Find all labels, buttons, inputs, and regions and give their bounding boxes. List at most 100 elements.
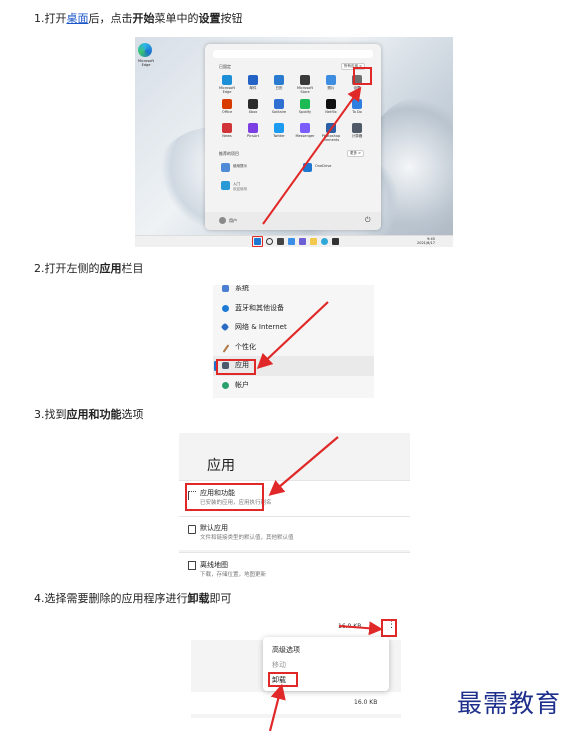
file-explorer-icon[interactable]: [310, 238, 317, 245]
pinned-app[interactable]: Microsoft Store: [293, 75, 317, 99]
app-name: Messenger: [295, 134, 315, 138]
app-name: To Do: [352, 110, 362, 114]
step-3-text: 3.找到应用和功能选项: [34, 408, 144, 421]
app-name: 设置: [353, 86, 361, 90]
app-icon: [274, 75, 284, 85]
pinned-app[interactable]: Spotify: [293, 99, 317, 123]
desktop-icon-label: Microsoft Edge: [138, 59, 154, 67]
recommended-item[interactable]: OneDrive: [315, 164, 331, 168]
app-name: 照片: [327, 86, 335, 90]
app-icon: [248, 99, 258, 109]
nav-item-system[interactable]: 系统: [213, 285, 374, 299]
nav-item-personalization[interactable]: 个性化: [213, 338, 374, 358]
account-icon: [222, 382, 229, 389]
user-icon[interactable]: [219, 217, 226, 224]
app-row-partial[interactable]: [191, 718, 401, 731]
app-icon: [274, 99, 284, 109]
app-name: Microsoft Store: [297, 86, 313, 94]
network-icon: [220, 322, 230, 332]
app-name: 计算器: [351, 134, 363, 138]
step-1-text: 1.打开桌面后，点击开始菜单中的设置按钮: [34, 12, 243, 25]
apps-features-highlight-box: [185, 483, 264, 511]
start-icon[interactable]: [254, 238, 261, 245]
search-icon[interactable]: [266, 238, 273, 245]
settings-nav-screenshot: 系统 蓝牙和其他设备 网络 & Internet 个性化 应用 帐户: [213, 285, 374, 398]
app-row-bottom[interactable]: 16.0 KB: [191, 692, 401, 714]
get-started-icon: [221, 181, 230, 190]
chat-icon[interactable]: [299, 238, 306, 245]
tips-icon: [221, 163, 230, 172]
pinned-app[interactable]: Office: [215, 99, 239, 123]
app-name: 日历: [275, 86, 283, 90]
default-apps-row[interactable]: 默认应用 文件和链接类型的默认值，其他默认值: [179, 516, 410, 550]
app-name: Solitaire: [271, 110, 287, 114]
app-name: Twitter: [273, 134, 285, 138]
apps-highlight-box: [216, 359, 256, 375]
app-name: News: [222, 134, 232, 138]
start-menu-screenshot: Microsoft Edge 已固定 所有应用 > Microsoft Edge…: [135, 37, 453, 247]
app-icon: [352, 99, 362, 109]
pinned-app[interactable]: Twitter: [267, 123, 291, 147]
app-icon: [300, 123, 310, 133]
move-item: 移动: [272, 661, 286, 669]
pinned-app[interactable]: 计算器: [345, 123, 369, 147]
map-icon: [188, 561, 196, 570]
app-icon: [222, 75, 232, 85]
edge-desktop-icon[interactable]: [138, 43, 152, 57]
more-button[interactable]: 更多 >: [347, 150, 365, 157]
pinned-app[interactable]: Xbox: [241, 99, 265, 123]
pinned-app[interactable]: Photoshop Elements: [319, 123, 343, 147]
start-search-box[interactable]: [213, 50, 373, 58]
advanced-options-item[interactable]: 高级选项: [272, 645, 300, 655]
pinned-app[interactable]: News: [215, 123, 239, 147]
brush-icon: [222, 344, 230, 353]
clock: 9:45 2021/6/17: [417, 237, 435, 245]
nav-item-network[interactable]: 网络 & Internet: [213, 318, 374, 338]
recommended-item[interactable]: 欢迎使用: [233, 187, 247, 192]
uninstall-highlight-box: [268, 672, 298, 687]
offline-maps-row[interactable]: 离线地图 下载，存储位置，地图更新: [179, 552, 410, 578]
recommended-item[interactable]: 使用提示: [233, 164, 247, 169]
more-options-highlight-box: [381, 619, 397, 637]
app-icon: [300, 75, 310, 85]
app-icon: [248, 75, 258, 85]
apps-heading: 应用: [207, 458, 235, 474]
app-icon: [352, 123, 362, 133]
store-icon[interactable]: [332, 238, 339, 245]
app-icon: [326, 75, 336, 85]
widgets-icon[interactable]: [288, 238, 295, 245]
desktop-link[interactable]: 桌面: [67, 12, 89, 25]
app-name: Office: [221, 110, 233, 114]
pinned-app[interactable]: 照片: [319, 75, 343, 99]
task-view-icon[interactable]: [277, 238, 284, 245]
step-4-text: 4.选择需要删除的应用程序进行卸载即可: [34, 592, 232, 605]
app-name: Spotify: [298, 110, 312, 114]
app-size: 16.0 KB: [338, 623, 362, 630]
app-icon: [326, 99, 336, 109]
app-name: Photoshop Elements: [321, 134, 341, 142]
edge-icon[interactable]: [321, 238, 328, 245]
pinned-app[interactable]: PicsArt: [241, 123, 265, 147]
pinned-app[interactable]: Messenger: [293, 123, 317, 147]
start-footer: 用户 ⏻: [205, 212, 381, 230]
bluetooth-icon: [222, 305, 229, 312]
apps-settings-screenshot: 应用 应用和功能 已安装的应用，应用执行别名 默认应用 文件和链接类型的默认值，…: [179, 433, 410, 578]
pinned-app[interactable]: Microsoft Edge: [215, 75, 239, 99]
onedrive-icon: [303, 163, 312, 172]
step-2-text: 2.打开左侧的应用栏目: [34, 262, 144, 275]
pinned-app[interactable]: To Do: [345, 99, 369, 123]
pinned-label: 已固定: [219, 64, 231, 69]
pinned-app[interactable]: 日历: [267, 75, 291, 99]
power-icon[interactable]: ⏻: [365, 216, 371, 225]
recommended-label: 推荐的项目: [219, 151, 239, 156]
app-name: Netflix: [325, 110, 337, 114]
watermark-logo: 最需教育: [457, 689, 562, 718]
pinned-app[interactable]: 邮件: [241, 75, 265, 99]
pinned-app[interactable]: Netflix: [319, 99, 343, 123]
pinned-app[interactable]: Solitaire: [267, 99, 291, 123]
nav-item-bluetooth[interactable]: 蓝牙和其他设备: [213, 299, 374, 319]
nav-item-accounts[interactable]: 帐户: [213, 376, 374, 396]
app-name: PicsArt: [247, 134, 259, 138]
user-label: 用户: [229, 218, 237, 223]
settings-highlight-box: [353, 67, 372, 85]
